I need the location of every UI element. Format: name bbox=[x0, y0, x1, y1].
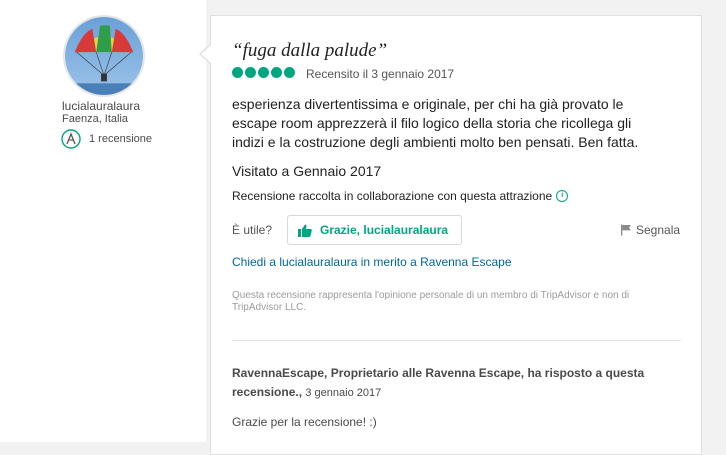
rating-bubble-icon bbox=[271, 67, 282, 78]
review-date: Recensito il 3 gennaio 2017 bbox=[306, 67, 455, 81]
reviewer-panel: lucialauralaura Faenza, Italia 1 recensi… bbox=[0, 0, 206, 442]
rating-bubble-icon bbox=[232, 67, 243, 78]
report-label: Segnala bbox=[636, 223, 681, 237]
thanks-button[interactable]: Grazie, lucialauralaura bbox=[287, 215, 462, 245]
report-button[interactable]: Segnala bbox=[620, 223, 680, 237]
collaboration-note: Recensione raccolta in collaborazione co… bbox=[232, 189, 569, 203]
visit-date: Visitato a Gennaio 2017 bbox=[232, 163, 382, 179]
flag-icon bbox=[621, 224, 631, 236]
rating-bubble-icon bbox=[284, 67, 295, 78]
review-body: esperienza divertentissima e originale, … bbox=[232, 96, 639, 150]
useful-label: È utile? bbox=[232, 223, 273, 237]
rating-bubble-icon bbox=[245, 67, 256, 78]
owner-response-text: Grazie per la recensione! :) bbox=[232, 415, 377, 429]
owner-response-header: RavennaEscape, Proprietario alle Ravenna… bbox=[232, 364, 672, 403]
rating-bubble-icon bbox=[258, 67, 269, 78]
review-disclaimer: Questa recensione rappresenta l'opinione… bbox=[232, 290, 630, 313]
thanks-button-label: Grazie, lucialauralaura bbox=[320, 223, 449, 237]
reviewer-location: Faenza, Italia bbox=[62, 113, 129, 125]
card-pointer-inner bbox=[201, 45, 211, 63]
collaboration-note-text: Recensione raccolta in collaborazione co… bbox=[232, 189, 553, 203]
reviewer-username[interactable]: lucialauralaura bbox=[62, 99, 140, 113]
reviewer-reviews-count[interactable]: 1 recensione bbox=[89, 133, 152, 145]
avatar-parasail-image bbox=[65, 17, 143, 95]
ask-reviewer-link[interactable]: Chiedi a lucialauralaura in merito a Rav… bbox=[232, 255, 512, 269]
info-icon[interactable]: i bbox=[556, 190, 569, 202]
thumbs-up-icon bbox=[298, 224, 312, 237]
reviewer-level-badge-icon bbox=[61, 129, 81, 149]
bubble-rating bbox=[232, 67, 295, 78]
review-title[interactable]: “fuga dalla palude” bbox=[232, 40, 387, 62]
avatar[interactable] bbox=[63, 15, 145, 97]
divider bbox=[232, 340, 681, 341]
owner-response-date: 3 gennaio 2017 bbox=[305, 387, 382, 399]
owner-response-title: RavennaEscape, Proprietario alle Ravenna… bbox=[232, 366, 645, 399]
